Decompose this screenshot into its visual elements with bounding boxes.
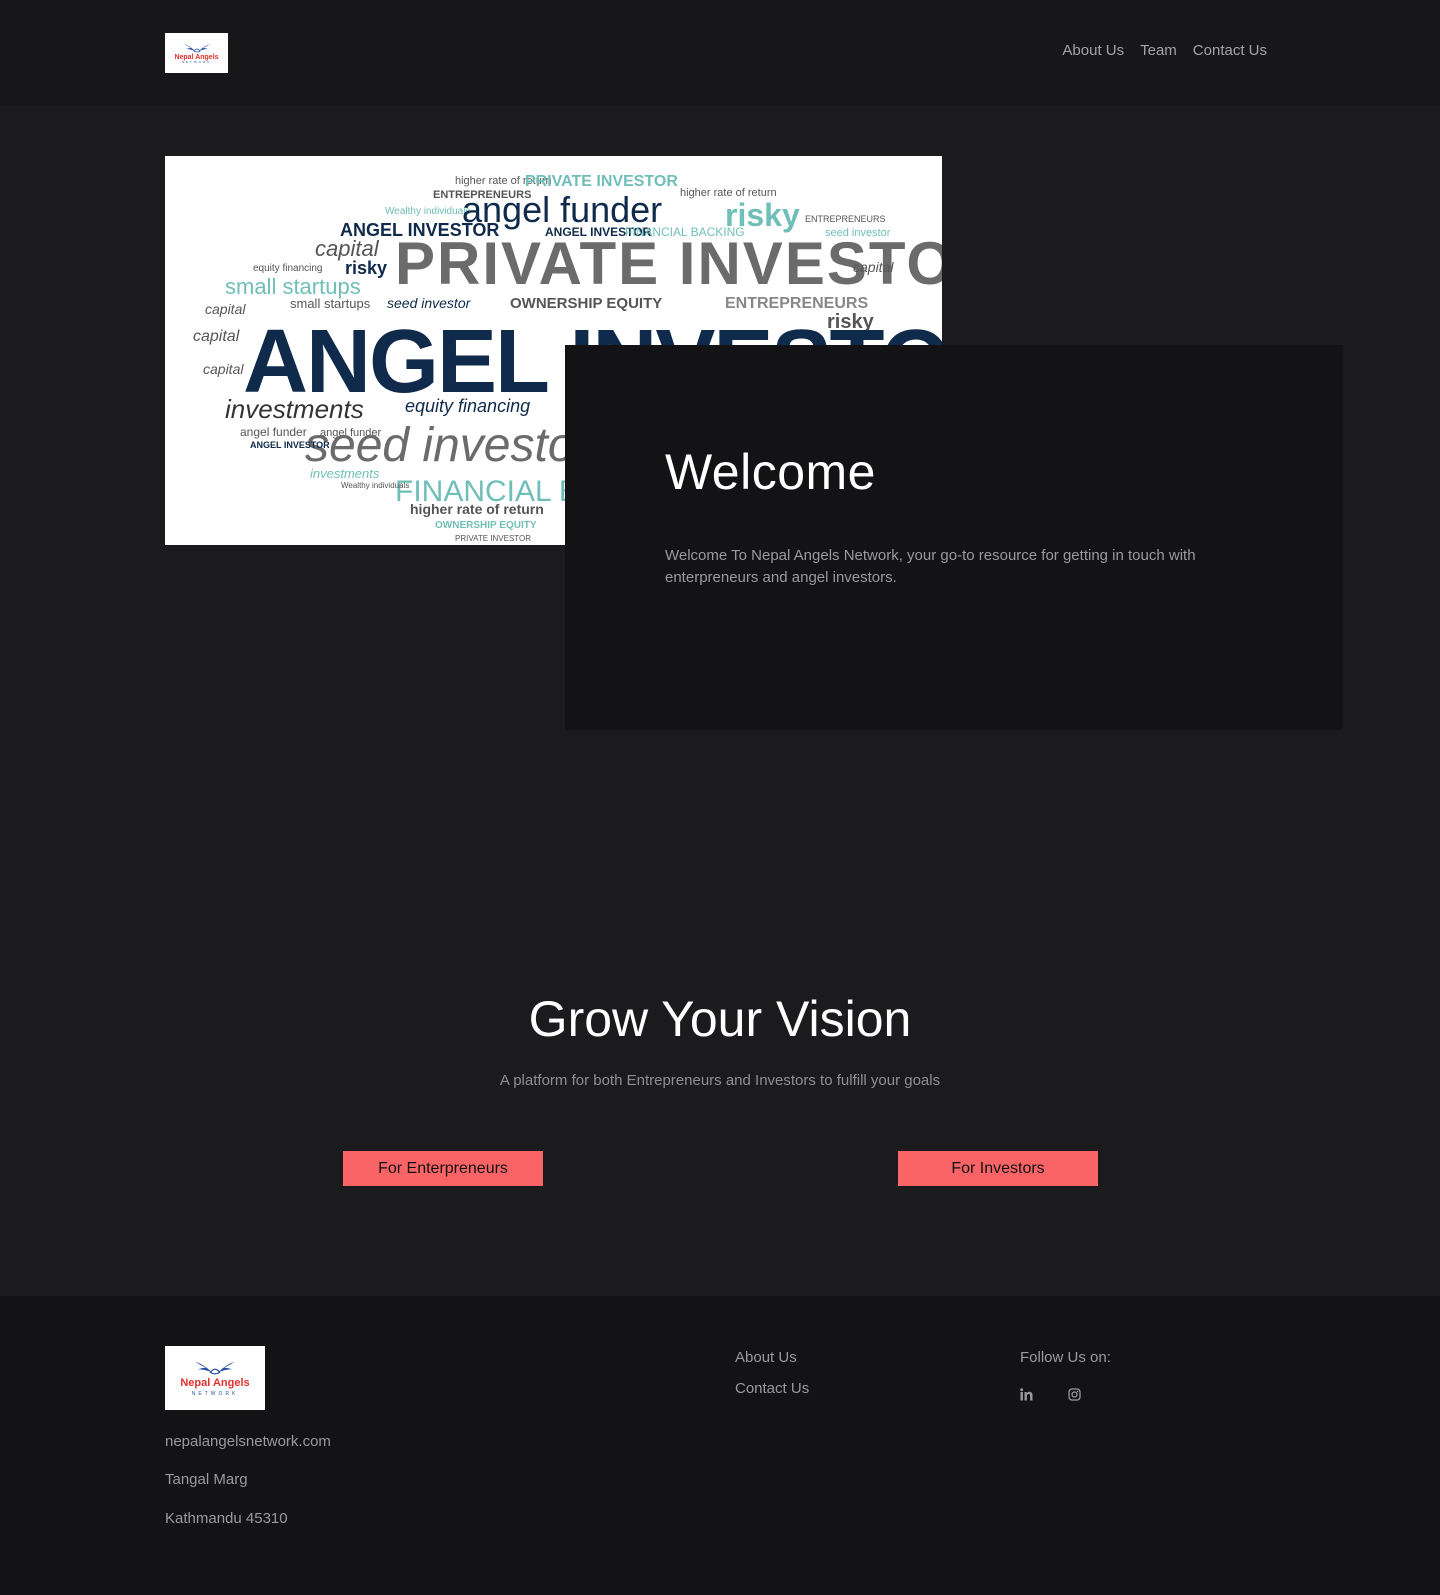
- footer-city: Kathmandu 45310: [165, 1510, 288, 1527]
- nav-team[interactable]: Team: [1140, 42, 1177, 59]
- word-capital-3: capital: [205, 301, 246, 317]
- grow-title: Grow Your Vision: [528, 991, 912, 1047]
- word-seed-investor-big: seed investor: [305, 419, 593, 472]
- word-investments-2: investments: [310, 466, 380, 481]
- word-capital-2: capital: [853, 259, 894, 275]
- grow-subtitle: A platform for both Entrepreneurs and In…: [499, 1072, 941, 1089]
- footer-logo-subtitle: NETWORK: [191, 1390, 239, 1397]
- word-capital-4: capital: [193, 328, 240, 345]
- linkedin-icon[interactable]: [1020, 1388, 1034, 1402]
- logo-subtitle: NETWORK: [181, 59, 212, 64]
- welcome-text: Welcome To Nepal Angels Network, your go…: [665, 547, 1196, 586]
- word-private-small: PRIVATE INVESTOR: [525, 173, 678, 190]
- header-logo[interactable]: Nepal Angels NETWORK: [165, 33, 228, 73]
- word-ownership-2: OWNERSHIP EQUITY: [435, 520, 537, 531]
- main-nav: About Us Team Contact Us: [1062, 42, 1267, 59]
- footer-logo[interactable]: Nepal Angels NETWORK: [165, 1346, 265, 1410]
- word-equity-1: equity financing: [253, 263, 323, 274]
- site-header: Nepal Angels NETWORK About Us Team Conta…: [0, 0, 1440, 106]
- footer-link-about-us[interactable]: About Us: [735, 1349, 809, 1366]
- word-wealthy-2: Wealthy individuals: [341, 481, 409, 490]
- footer-logo-name: Nepal Angels: [180, 1376, 250, 1389]
- for-entrepreneurs-button[interactable]: For Enterpreneurs: [343, 1151, 543, 1186]
- word-angel-investor-tag: ANGEL INVESTOR: [250, 440, 330, 450]
- word-higher-3: higher rate of return: [410, 501, 544, 517]
- follow-us-label: Follow Us on:: [1020, 1349, 1111, 1366]
- word-capital-5: capital: [203, 361, 244, 377]
- welcome-card: Welcome Welcome To Nepal Angels Network,…: [565, 345, 1343, 730]
- word-seed-2: seed investor: [387, 295, 472, 311]
- welcome-title: Welcome: [665, 444, 876, 500]
- for-investors-button[interactable]: For Investors: [898, 1151, 1098, 1186]
- word-equity-2: equity financing: [405, 396, 530, 416]
- footer-street: Tangal Marg: [165, 1471, 248, 1488]
- word-wealthy: Wealthy individuals: [385, 206, 470, 217]
- nav-contact-us[interactable]: Contact Us: [1193, 42, 1267, 59]
- word-ownership-1: OWNERSHIP EQUITY: [510, 295, 662, 312]
- social-links: [1020, 1388, 1082, 1402]
- footer-link-contact-us[interactable]: Contact Us: [735, 1380, 809, 1397]
- instagram-icon[interactable]: [1068, 1388, 1082, 1402]
- word-entrepreneurs-2: ENTREPRENEURS: [805, 214, 886, 224]
- word-startups-2: small startups: [290, 296, 371, 311]
- word-private-tiny: PRIVATE INVESTOR: [455, 534, 531, 543]
- word-entrepreneurs-3: ENTREPRENEURS: [725, 295, 868, 312]
- wings-icon: [183, 43, 210, 52]
- word-funder-2: angel funder: [240, 425, 307, 439]
- wings-icon: [194, 1361, 236, 1375]
- nav-about-us[interactable]: About Us: [1062, 42, 1124, 59]
- footer-website: nepalangelsnetwork.com: [165, 1433, 331, 1450]
- site-footer: Nepal Angels NETWORK nepalangelsnetwork.…: [0, 1296, 1440, 1595]
- footer-links: About Us Contact Us: [735, 1349, 809, 1411]
